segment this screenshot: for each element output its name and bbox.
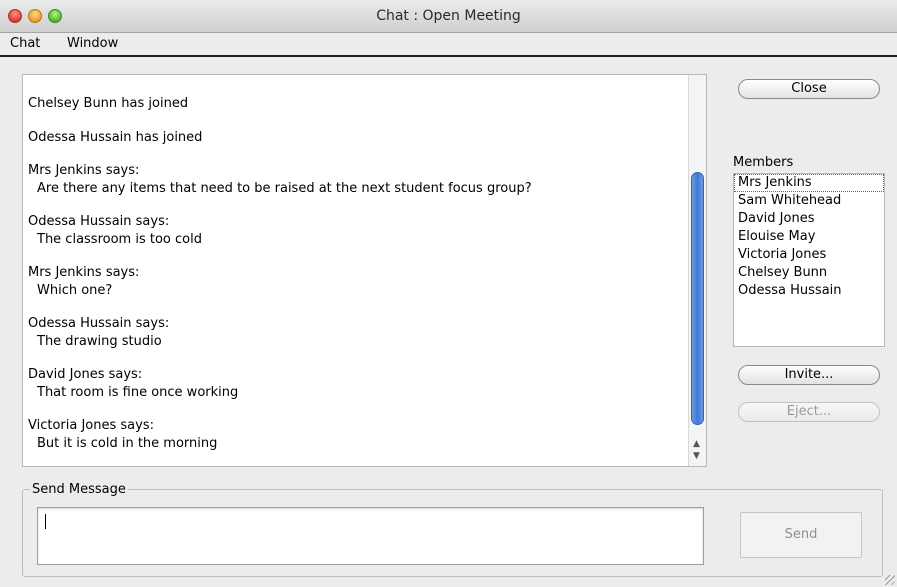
window-title: Chat : Open Meeting	[376, 8, 521, 24]
message-body: But it is cold in the morning	[37, 435, 218, 451]
message-header: Chelsey Bunn has joined	[28, 96, 189, 111]
message-list: Chelsey Bunn has joined Odessa Hussain h…	[28, 95, 688, 466]
message-header: David Jones says:	[28, 367, 143, 382]
scroll-down-arrow-icon[interactable]: ▼	[693, 451, 700, 461]
message-header: Odessa Hussain has joined	[28, 129, 203, 145]
chat-message: Odessa Hussain says: The classroom is to…	[28, 213, 688, 248]
members-list[interactable]: Mrs Jenkins Sam Whitehead David Jones El…	[733, 173, 885, 347]
member-item[interactable]: Elouise May	[734, 228, 884, 246]
member-item[interactable]: Sam Whitehead	[734, 192, 884, 210]
message-body: Are there any items that need to be rais…	[37, 180, 532, 196]
chat-window: Chat : Open Meeting Chat Window Chelsey …	[0, 0, 897, 587]
send-message-label: Send Message	[30, 482, 128, 497]
member-item[interactable]: Victoria Jones	[734, 246, 884, 264]
member-item[interactable]: Chelsey Bunn	[734, 264, 884, 282]
message-body: That room is fine once working	[37, 384, 239, 400]
message-body: The classroom is too cold	[37, 231, 202, 247]
message-header: Mrs Jenkins says:	[28, 163, 140, 178]
message-body: The drawing studio	[37, 333, 162, 349]
invite-button[interactable]: Invite...	[738, 365, 880, 385]
text-caret	[45, 514, 46, 529]
eject-button[interactable]: Eject...	[738, 402, 880, 422]
send-button[interactable]: Send	[740, 512, 862, 558]
resize-grip-icon[interactable]	[885, 575, 895, 585]
chat-message: Chelsey Bunn has joined	[28, 95, 688, 113]
chat-scrollbar[interactable]: ▲ ▼	[688, 75, 706, 466]
chat-message: Mrs Jenkins says: Which one?	[28, 264, 688, 299]
scrollbar-thumb[interactable]	[691, 172, 704, 425]
message-header: Odessa Hussain says:	[28, 316, 170, 331]
menu-bar: Chat Window	[0, 33, 897, 57]
menu-window[interactable]: Window	[67, 36, 118, 51]
chat-log[interactable]: Chelsey Bunn has joined Odessa Hussain h…	[22, 74, 707, 467]
message-header: Mrs Jenkins says:	[28, 265, 140, 280]
close-button[interactable]: Close	[738, 79, 880, 99]
message-header: Odessa Hussain says:	[28, 214, 170, 229]
message-body: Which one?	[37, 282, 113, 298]
scroll-up-arrow-icon[interactable]: ▲	[693, 439, 700, 449]
chat-message: Odessa Hussain has joined	[28, 129, 688, 147]
member-item[interactable]: Mrs Jenkins	[734, 174, 884, 192]
title-bar: Chat : Open Meeting	[0, 0, 897, 33]
message-header: Victoria Jones says:	[28, 418, 154, 433]
chat-message: Odessa Hussain says: The drawing studio	[28, 315, 688, 350]
chat-message: Mrs Jenkins says: Are there any items th…	[28, 162, 688, 197]
members-label: Members	[733, 155, 794, 170]
chat-message: David Jones says: That room is fine once…	[28, 366, 688, 401]
member-item[interactable]: Odessa Hussain	[734, 282, 884, 300]
menu-chat[interactable]: Chat	[10, 36, 40, 51]
message-input[interactable]	[37, 507, 704, 565]
member-item[interactable]: David Jones	[734, 210, 884, 228]
chat-message: Victoria Jones says: But it is cold in t…	[28, 417, 688, 452]
